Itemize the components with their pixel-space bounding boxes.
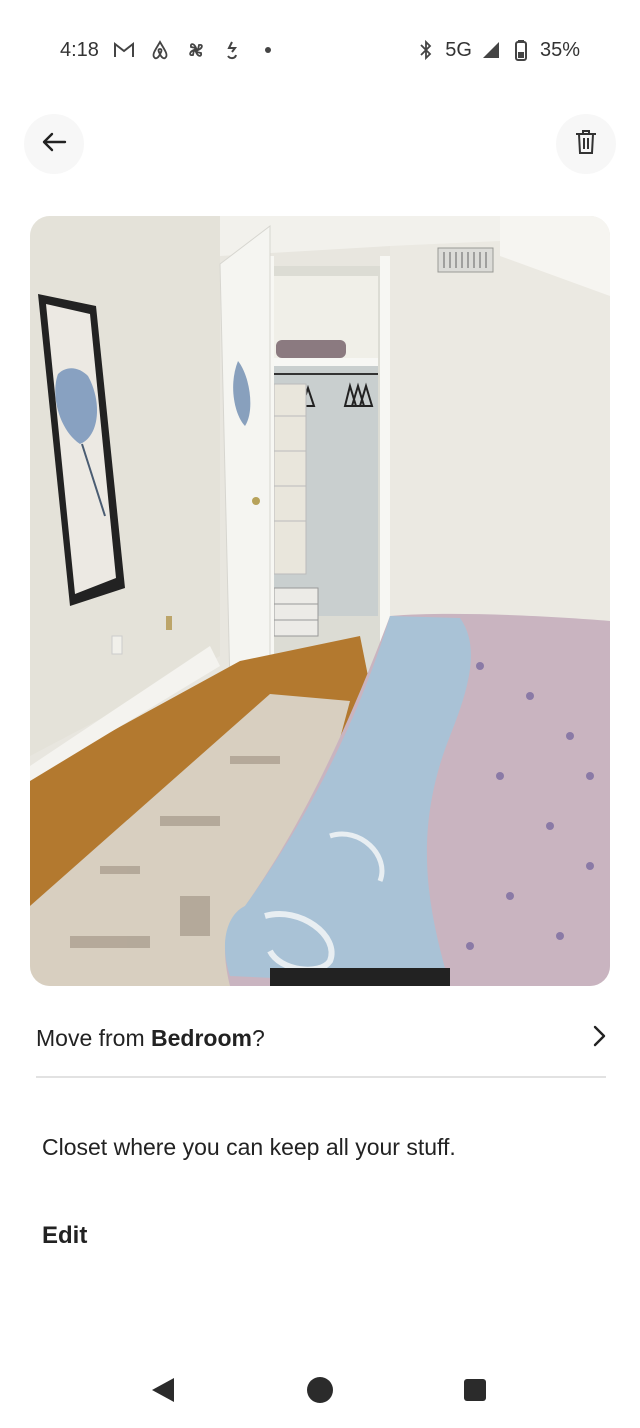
- signal-icon: [480, 38, 502, 62]
- network-label: 5G: [445, 38, 472, 61]
- navigation-bar: [0, 1350, 640, 1428]
- move-suffix: ?: [251, 1024, 265, 1051]
- nav-recents-icon[interactable]: [463, 1378, 487, 1407]
- nav-back-icon[interactable]: [150, 1376, 176, 1409]
- airbnb-icon: [149, 38, 171, 62]
- threads-icon: [221, 38, 243, 62]
- pinwheel-icon: [185, 38, 207, 62]
- status-bar: 4:18 5G 35%: [0, 0, 640, 100]
- arrow-left-icon: [41, 131, 67, 158]
- status-left: 4:18: [60, 38, 279, 62]
- move-room-row[interactable]: Move from Bedroom?: [36, 1000, 606, 1078]
- bluetooth-icon: [415, 38, 437, 62]
- bedroom-closet-photo: [30, 216, 610, 986]
- trash-icon: [575, 129, 597, 160]
- edit-caption-button[interactable]: Edit: [42, 1222, 87, 1250]
- move-room-text: Move from Bedroom?: [36, 1025, 265, 1052]
- gmail-icon: [113, 38, 135, 62]
- status-time: 4:18: [60, 38, 99, 61]
- back-button[interactable]: [24, 114, 84, 174]
- delete-photo-button[interactable]: [556, 114, 616, 174]
- chevron-right-icon: [592, 1025, 606, 1052]
- move-prefix: Move from: [36, 1024, 152, 1051]
- status-right: 5G 35%: [415, 38, 580, 62]
- battery-icon: [510, 38, 532, 62]
- battery-percent: 35%: [539, 38, 580, 61]
- photo-caption: Closet where you can keep all your stuff…: [42, 1134, 456, 1160]
- move-room-name: Bedroom: [151, 1024, 252, 1051]
- nav-home-icon[interactable]: [306, 1376, 334, 1409]
- dot-icon: [257, 38, 279, 62]
